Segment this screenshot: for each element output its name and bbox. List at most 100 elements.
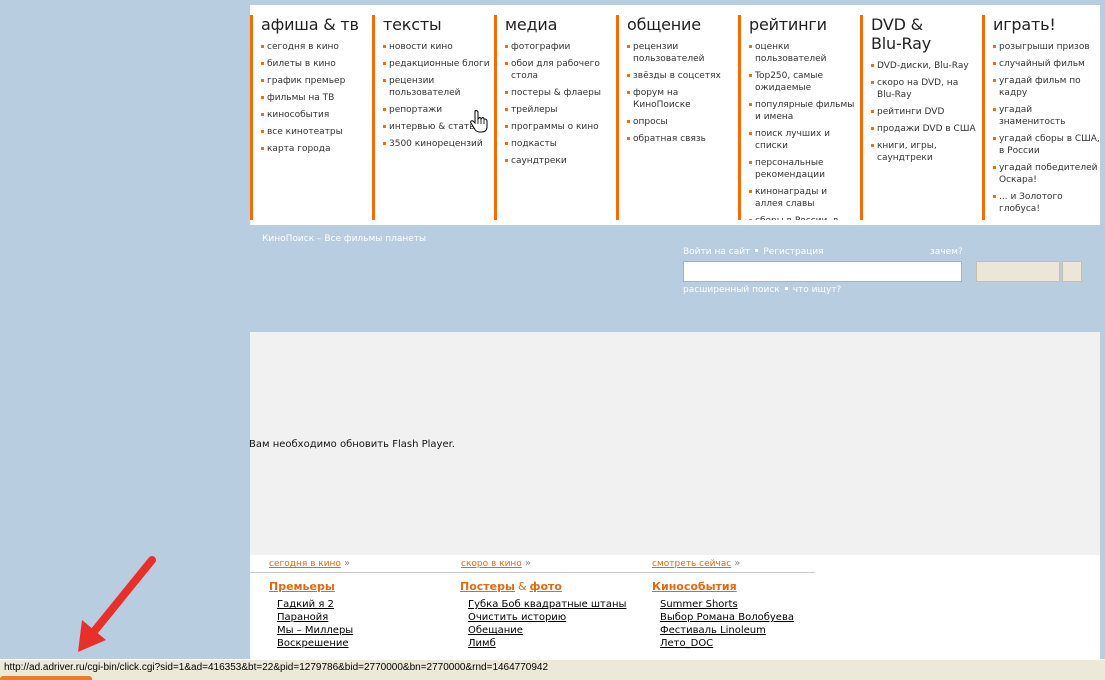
menu-item[interactable]: оценки пользователей (749, 41, 856, 65)
menu-item[interactable]: трейлеры (505, 104, 612, 116)
section-title-text: Постеры (460, 580, 515, 593)
menu-item[interactable]: персональные рекомендации (749, 157, 856, 181)
menu-item[interactable]: карта города (261, 143, 368, 155)
bullet-icon (755, 249, 759, 252)
section-title-text: Кинособытия (652, 580, 737, 593)
menu-column-title[interactable]: тексты (383, 15, 490, 34)
taskbar-start-edge[interactable] (0, 676, 92, 680)
menu-item[interactable]: саундтреки (505, 155, 612, 167)
list-item[interactable]: Губка Боб квадратные штаны (468, 598, 626, 611)
list-item[interactable]: Обещание (468, 624, 626, 637)
menu-item[interactable]: обратная связь (627, 133, 734, 145)
menu-item[interactable]: кинособытия (261, 109, 368, 121)
menu-item[interactable]: программы о кино (505, 121, 612, 133)
menu-item[interactable]: все кинотеатры (261, 126, 368, 138)
menu-item[interactable]: рецензии пользователей (627, 41, 734, 65)
quick-link-watch-now[interactable]: смотреть сейчас» (652, 558, 740, 569)
list-item[interactable]: Выбор Романа Волобуева (660, 611, 794, 624)
menu-item[interactable]: ... и Золотого глобуса! (993, 191, 1100, 215)
section-list: Summer Shorts Выбор Романа Волобуева Фес… (652, 598, 794, 650)
list-item[interactable]: Паранойя (277, 611, 353, 624)
list-item[interactable]: Очистить историю (468, 611, 626, 624)
menu-item[interactable]: билеты в кино (261, 58, 368, 70)
menu-item[interactable]: DVD-диски, Blu-Ray (871, 60, 978, 72)
menu-item[interactable]: звёзды в соцсетях (627, 70, 734, 82)
search-options-button[interactable] (1062, 261, 1082, 282)
menu-column-title[interactable]: DVD & Blu-Ray (871, 15, 978, 53)
menu-item[interactable]: форум на КиноПоиске (627, 87, 734, 111)
section-title[interactable]: Премьеры (269, 580, 353, 593)
menu-item[interactable]: поиск лучших и списки (749, 128, 856, 152)
auth-links: Войти на сайт Регистрация (683, 247, 824, 257)
menu-item[interactable]: 3500 кинорецензий (383, 138, 490, 150)
list-item[interactable]: Summer Shorts (660, 598, 794, 611)
menu-column-title[interactable]: медиа (505, 15, 612, 34)
section-title-extra[interactable]: фото (530, 580, 562, 593)
menu-item[interactable]: Top250, самые ожидаемые (749, 70, 856, 94)
site-tagline: КиноПоиск – Все фильмы планеты (262, 234, 427, 244)
menu-item[interactable]: угадай фильм по кадру (993, 75, 1100, 99)
double-chevron-right-icon: » (734, 558, 741, 569)
search-button[interactable] (976, 261, 1060, 282)
menu-item[interactable]: график премьер (261, 75, 368, 87)
menu-item[interactable]: сборы в России, в (749, 215, 856, 220)
menu-column-title[interactable]: рейтинги (749, 15, 856, 34)
menu-item[interactable]: фотографии (505, 41, 612, 53)
search-links: расширенный поиск что ищут? (683, 285, 841, 295)
why-register-link[interactable]: зачем? (930, 247, 963, 257)
menu-column-title[interactable]: общение (627, 15, 734, 34)
menu-list: розыгрыши призов случайный фильм угадай фи… (993, 41, 1100, 215)
section-title[interactable]: Постеры & фото (460, 580, 626, 593)
menu-item[interactable]: угадай победителей Оскара! (993, 162, 1100, 186)
list-item[interactable]: Воскрешение (277, 637, 353, 650)
quick-link-label: скоро в кино (461, 559, 522, 569)
list-item[interactable]: Гадкий я 2 (277, 598, 353, 611)
list-item[interactable]: Лимб (468, 637, 626, 650)
menu-item[interactable]: сегодня в кино (261, 41, 368, 53)
menu-item[interactable]: кинонаграды и аллея славы (749, 186, 856, 210)
list-item[interactable]: Фестиваль Linoleum (660, 624, 794, 637)
status-url: http://ad.adriver.ru/cgi-bin/click.cgi?s… (4, 662, 549, 673)
section-premieres: Премьеры Гадкий я 2 Паранойя Мы – Миллер… (269, 580, 353, 650)
login-link[interactable]: Войти на сайт (683, 247, 750, 257)
menu-item[interactable]: обои для рабочего стола (505, 58, 612, 82)
menu-item[interactable]: угадай знаменитость (993, 104, 1100, 128)
menu-item[interactable]: продажи DVD в США (871, 123, 978, 135)
menu-item[interactable]: новости кино (383, 41, 490, 53)
quick-links-bar: сегодня в кино» скоро в кино» смотреть с… (250, 555, 815, 573)
section-list: Гадкий я 2 Паранойя Мы – Миллеры Воскреш… (269, 598, 353, 650)
arrow-shaft (88, 556, 156, 638)
section-posters: Постеры & фото Губка Боб квадратные штаны … (460, 580, 626, 650)
menu-item[interactable]: подкасты (505, 138, 612, 150)
search-input[interactable] (683, 261, 962, 282)
list-item[interactable]: Мы – Миллеры (277, 624, 353, 637)
register-link[interactable]: Регистрация (763, 247, 823, 257)
list-item[interactable]: Лето_DOC (660, 637, 794, 650)
section-title-text: Премьеры (269, 580, 335, 593)
advanced-search-link[interactable]: расширенный поиск (683, 285, 780, 295)
menu-item[interactable]: популярные фильмы и имена (749, 99, 856, 123)
menu-item[interactable]: рейтинги DVD (871, 106, 978, 118)
menu-column: рейтинги оценки пользователей Top250, самы… (738, 15, 856, 220)
browser-status-bar: http://ad.adriver.ru/cgi-bin/click.cgi?s… (0, 659, 1105, 680)
menu-item[interactable]: фильмы на ТВ (261, 92, 368, 104)
flash-update-message: Вам необходимо обновить Flash Player. (249, 439, 455, 450)
menu-column-title[interactable]: играть! (993, 15, 1100, 34)
menu-item[interactable]: скоро на DVD, на Blu-Ray (871, 77, 978, 101)
menu-item[interactable]: рецензии пользователей (383, 75, 490, 99)
menu-item[interactable]: опросы (627, 116, 734, 128)
menu-list: DVD-диски, Blu-Ray скоро на DVD, на Blu-R… (871, 60, 978, 164)
section-title[interactable]: Кинособытия (652, 580, 794, 593)
popular-searches-link[interactable]: что ищут? (793, 285, 842, 295)
menu-item[interactable]: постеры & флаеры (505, 87, 612, 99)
menu-item[interactable]: угадай сборы в США, в России (993, 133, 1100, 157)
quick-link-today[interactable]: сегодня в кино» (269, 558, 350, 569)
bullet-icon (784, 287, 788, 290)
menu-list: фотографии обои для рабочего стола постеры… (505, 41, 612, 167)
menu-item[interactable]: редакционные блоги (383, 58, 490, 70)
menu-item[interactable]: книги, игры, саундтреки (871, 140, 978, 164)
quick-link-soon[interactable]: скоро в кино» (461, 558, 531, 569)
menu-item[interactable]: розыгрыши призов (993, 41, 1100, 53)
menu-column-title[interactable]: афиша & тв (261, 15, 368, 34)
menu-item[interactable]: случайный фильм (993, 58, 1100, 70)
